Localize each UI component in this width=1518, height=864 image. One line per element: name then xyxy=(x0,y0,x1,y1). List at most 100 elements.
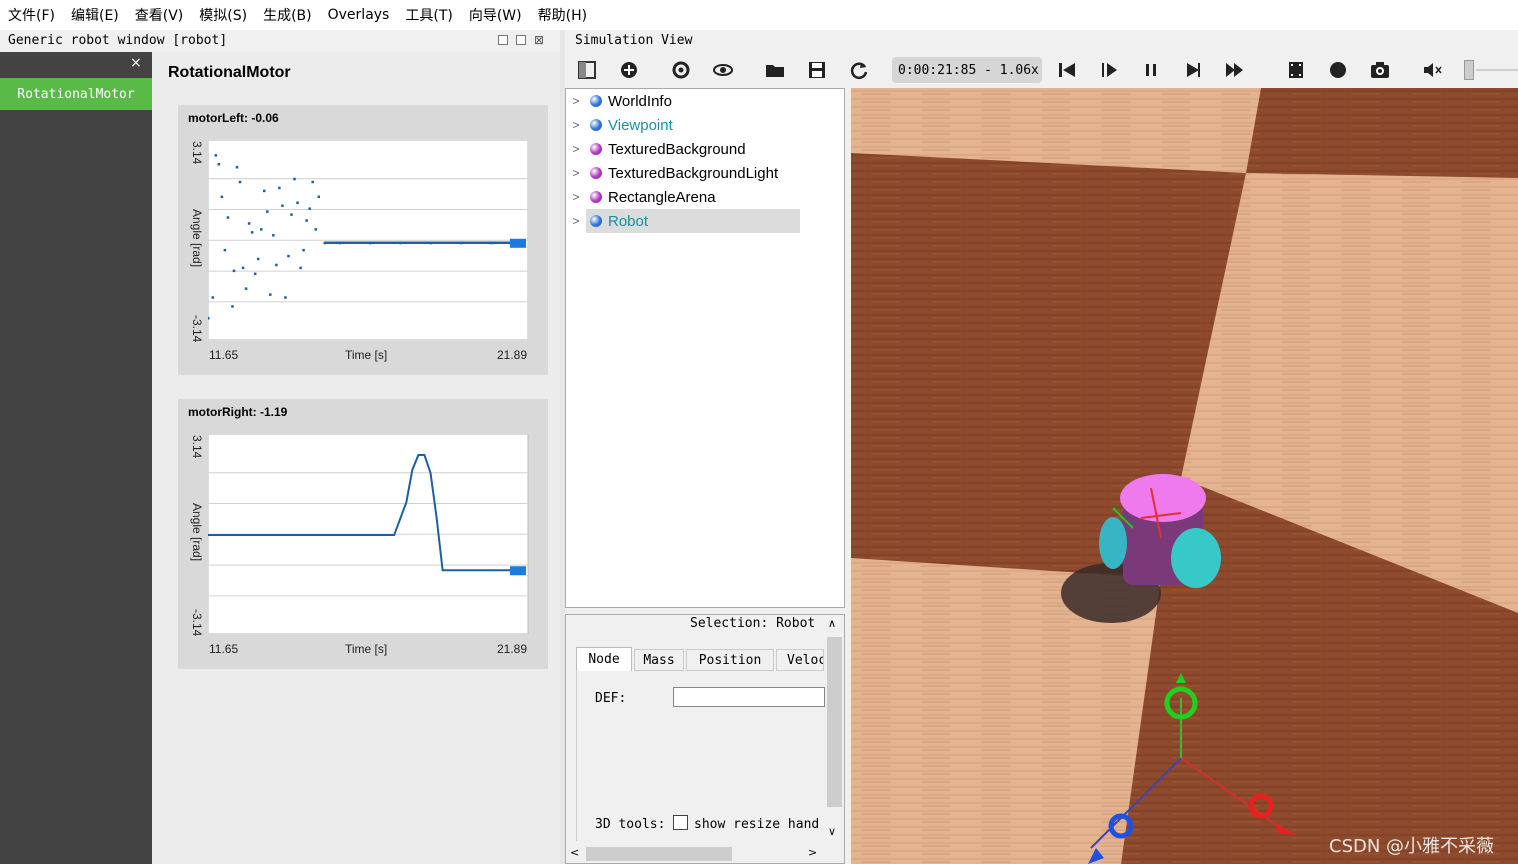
close-dock-icon[interactable]: ⊠ xyxy=(534,33,544,47)
save-world-icon[interactable] xyxy=(806,59,828,81)
x-axis-label: Time [s] xyxy=(345,348,388,362)
tree-item-label: TexturedBackground xyxy=(608,140,746,158)
tree-item[interactable]: > TexturedBackground xyxy=(566,137,746,161)
screenshot-icon[interactable] xyxy=(1369,59,1391,81)
chevron-right-icon[interactable]: > xyxy=(566,118,586,132)
fast-icon[interactable] xyxy=(1224,59,1246,81)
data-point xyxy=(308,207,311,210)
show-resize-label: show resize hand xyxy=(694,817,820,832)
tree-item[interactable]: > RectangleArena xyxy=(566,185,716,209)
vertical-scrollbar[interactable]: ∧ ∨ xyxy=(825,615,844,845)
chevron-right-icon[interactable]: > xyxy=(566,166,586,180)
menu-item[interactable]: Overlays xyxy=(320,0,398,30)
record-movie-icon[interactable] xyxy=(1285,59,1307,81)
data-point xyxy=(244,287,248,290)
node-icon xyxy=(590,119,602,131)
scroll-right-icon[interactable]: > xyxy=(808,846,817,859)
open-world-icon[interactable] xyxy=(764,59,786,81)
x-min-label: 11.65 xyxy=(209,348,239,362)
toggle-scene-tree-icon[interactable] xyxy=(576,59,598,81)
watermark: CSDN @小雅不采薇 xyxy=(1329,836,1495,857)
y-axis-label: Angle [rad] xyxy=(190,503,204,562)
tree-item[interactable]: > WorldInfo xyxy=(566,89,671,113)
current-value-marker xyxy=(510,566,526,576)
minimize-dock-icon[interactable] xyxy=(498,35,508,45)
scroll-down-icon[interactable]: ∨ xyxy=(828,825,836,838)
scroll-up-icon[interactable]: ∧ xyxy=(828,617,836,630)
node-icon xyxy=(590,167,602,179)
add-node-icon[interactable] xyxy=(618,59,640,81)
menu-item[interactable]: 工具(T) xyxy=(397,0,460,30)
float-dock-icon[interactable] xyxy=(516,35,526,45)
reset-viewpoint-icon[interactable] xyxy=(670,59,692,81)
data-point xyxy=(247,222,251,225)
chevron-right-icon[interactable]: > xyxy=(566,190,586,204)
tab-rotational-motor[interactable]: RotationalMotor xyxy=(0,78,152,110)
data-point xyxy=(284,296,287,299)
data-point xyxy=(235,165,239,169)
robot-window-title: Generic robot window [robot] xyxy=(8,33,228,48)
y-max-label: 3.14 xyxy=(190,435,204,459)
reset-simulation-icon[interactable] xyxy=(1056,59,1078,81)
node-icon xyxy=(590,191,602,203)
hscrollbar-thumb[interactable] xyxy=(586,847,732,861)
selection-label: Selection: Robot xyxy=(690,616,816,631)
data-point xyxy=(253,272,257,276)
tab-velocity[interactable]: Veloc xyxy=(776,649,824,671)
show-resize-checkbox[interactable] xyxy=(673,815,688,830)
y-axis-label: Angle [rad] xyxy=(190,209,204,268)
chevron-right-icon[interactable]: > xyxy=(566,214,586,228)
data-point xyxy=(214,154,218,157)
data-point xyxy=(296,201,299,204)
y-max-label: 3.14 xyxy=(190,141,204,165)
menu-item[interactable]: 模拟(S) xyxy=(191,0,255,30)
step-icon[interactable] xyxy=(1098,59,1120,81)
data-point xyxy=(278,186,281,190)
data-point xyxy=(208,317,210,320)
menu-item[interactable]: 生成(B) xyxy=(255,0,320,30)
x-axis-label: Time [s] xyxy=(345,642,388,656)
y-min-label: -3.14 xyxy=(190,315,204,343)
data-point xyxy=(250,231,254,234)
record-animation-icon[interactable] xyxy=(1327,59,1349,81)
tab-node[interactable]: Node xyxy=(576,647,632,671)
data-point xyxy=(281,204,284,207)
x-min-label: 11.65 xyxy=(209,642,239,656)
chevron-right-icon[interactable]: > xyxy=(566,94,586,108)
data-point xyxy=(299,266,302,270)
run-icon[interactable] xyxy=(1182,59,1204,81)
tab-position[interactable]: Position xyxy=(686,649,774,671)
node-icon xyxy=(590,215,602,227)
volume-slider-handle[interactable] xyxy=(1464,60,1474,80)
data-point xyxy=(238,180,242,184)
tree-item[interactable]: > TexturedBackgroundLight xyxy=(566,161,778,185)
pause-icon[interactable] xyxy=(1140,59,1162,81)
chart-plot xyxy=(208,140,528,340)
data-point xyxy=(290,213,293,216)
chart-plot xyxy=(208,434,529,634)
horizontal-scrollbar[interactable]: < > xyxy=(566,845,825,863)
scrollbar-thumb[interactable] xyxy=(827,637,842,807)
data-point xyxy=(223,248,227,252)
tab-mass[interactable]: Mass xyxy=(634,649,684,671)
volume-slider-track[interactable] xyxy=(1476,69,1518,71)
data-point xyxy=(259,228,263,231)
mute-icon[interactable] xyxy=(1421,59,1443,81)
chevron-right-icon[interactable]: > xyxy=(566,142,586,156)
data-point xyxy=(287,254,290,258)
view-eye-icon[interactable] xyxy=(712,59,734,81)
tree-item-label: RectangleArena xyxy=(608,188,716,206)
tree-item[interactable]: > Viewpoint xyxy=(566,113,672,137)
menu-item[interactable]: 文件(F) xyxy=(0,0,63,30)
def-input[interactable] xyxy=(673,687,825,707)
tree-item-selected[interactable]: > Robot xyxy=(566,209,648,233)
close-icon[interactable]: × xyxy=(130,55,142,71)
scroll-left-icon[interactable]: < xyxy=(570,846,579,859)
menu-item[interactable]: 编辑(E) xyxy=(63,0,127,30)
menu-item[interactable]: 查看(V) xyxy=(127,0,192,30)
menu-item[interactable]: 向导(W) xyxy=(461,0,530,30)
node-tab-content: DEF: 3D tools: show resize hand xyxy=(576,671,825,841)
reload-world-icon[interactable] xyxy=(848,59,870,81)
menu-item[interactable]: 帮助(H) xyxy=(530,0,595,30)
3d-view[interactable]: CSDN @小雅不采薇 xyxy=(851,88,1518,864)
